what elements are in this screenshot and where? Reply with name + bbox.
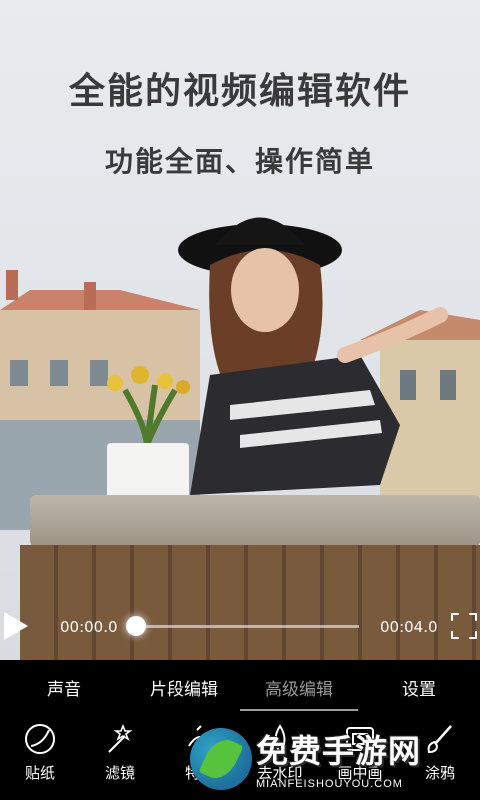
- player-controls: 00:00.0 00:04.0: [0, 600, 480, 656]
- tool-label: 特效: [184, 764, 215, 782]
- effects-icon: [188, 725, 212, 747]
- tab-label: 片段编辑: [150, 680, 218, 700]
- tool-effects[interactable]: 特效: [168, 715, 232, 800]
- table-top: [30, 495, 480, 547]
- filter-wand-icon: [108, 723, 133, 753]
- tool-picture-in-picture[interactable]: 画中画: [328, 715, 392, 800]
- picture-in-picture-icon: [346, 727, 374, 751]
- tool-sticker[interactable]: 贴纸: [8, 715, 72, 800]
- tab-label: 高级编辑: [265, 680, 333, 700]
- tool-row: 贴纸 滤镜 特效 去水印 画中画 涂鸦: [0, 715, 480, 800]
- tool-brush[interactable]: 涂鸦: [408, 715, 472, 800]
- tool-label: 滤镜: [104, 764, 135, 782]
- tool-label: 涂鸦: [424, 764, 455, 782]
- fullscreen-icon[interactable]: [450, 612, 478, 640]
- total-time: 00:04.0: [380, 618, 438, 636]
- tab-clip-edit[interactable]: 片段编辑: [128, 660, 240, 715]
- play-icon[interactable]: [4, 612, 28, 640]
- tab-advanced-edit[interactable]: 高级编辑: [240, 660, 358, 715]
- subject-person: [178, 217, 448, 495]
- promo-title: 全能的视频编辑软件: [68, 71, 411, 112]
- sticker-icon: [25, 724, 55, 754]
- tab-settings[interactable]: 设置: [358, 660, 480, 715]
- current-time: 00:00.0: [60, 618, 118, 636]
- tab-label: 设置: [402, 680, 436, 700]
- promo-subtitle: 功能全面、操作简单: [104, 145, 375, 178]
- progress-thumb[interactable]: [126, 616, 146, 636]
- tool-label: 画中画: [337, 764, 383, 782]
- tool-filter[interactable]: 滤镜: [88, 715, 152, 800]
- edit-tabs: 声音 片段编辑 高级编辑 设置: [0, 660, 480, 715]
- tool-label: 去水印: [257, 764, 303, 782]
- brush-icon: [427, 725, 452, 754]
- tool-label: 贴纸: [24, 764, 55, 782]
- progress-track[interactable]: [134, 625, 359, 628]
- tool-remove-watermark[interactable]: 去水印: [248, 715, 312, 800]
- tab-sound[interactable]: 声音: [0, 660, 128, 715]
- tab-label: 声音: [47, 680, 81, 700]
- remove-watermark-icon: [274, 724, 286, 754]
